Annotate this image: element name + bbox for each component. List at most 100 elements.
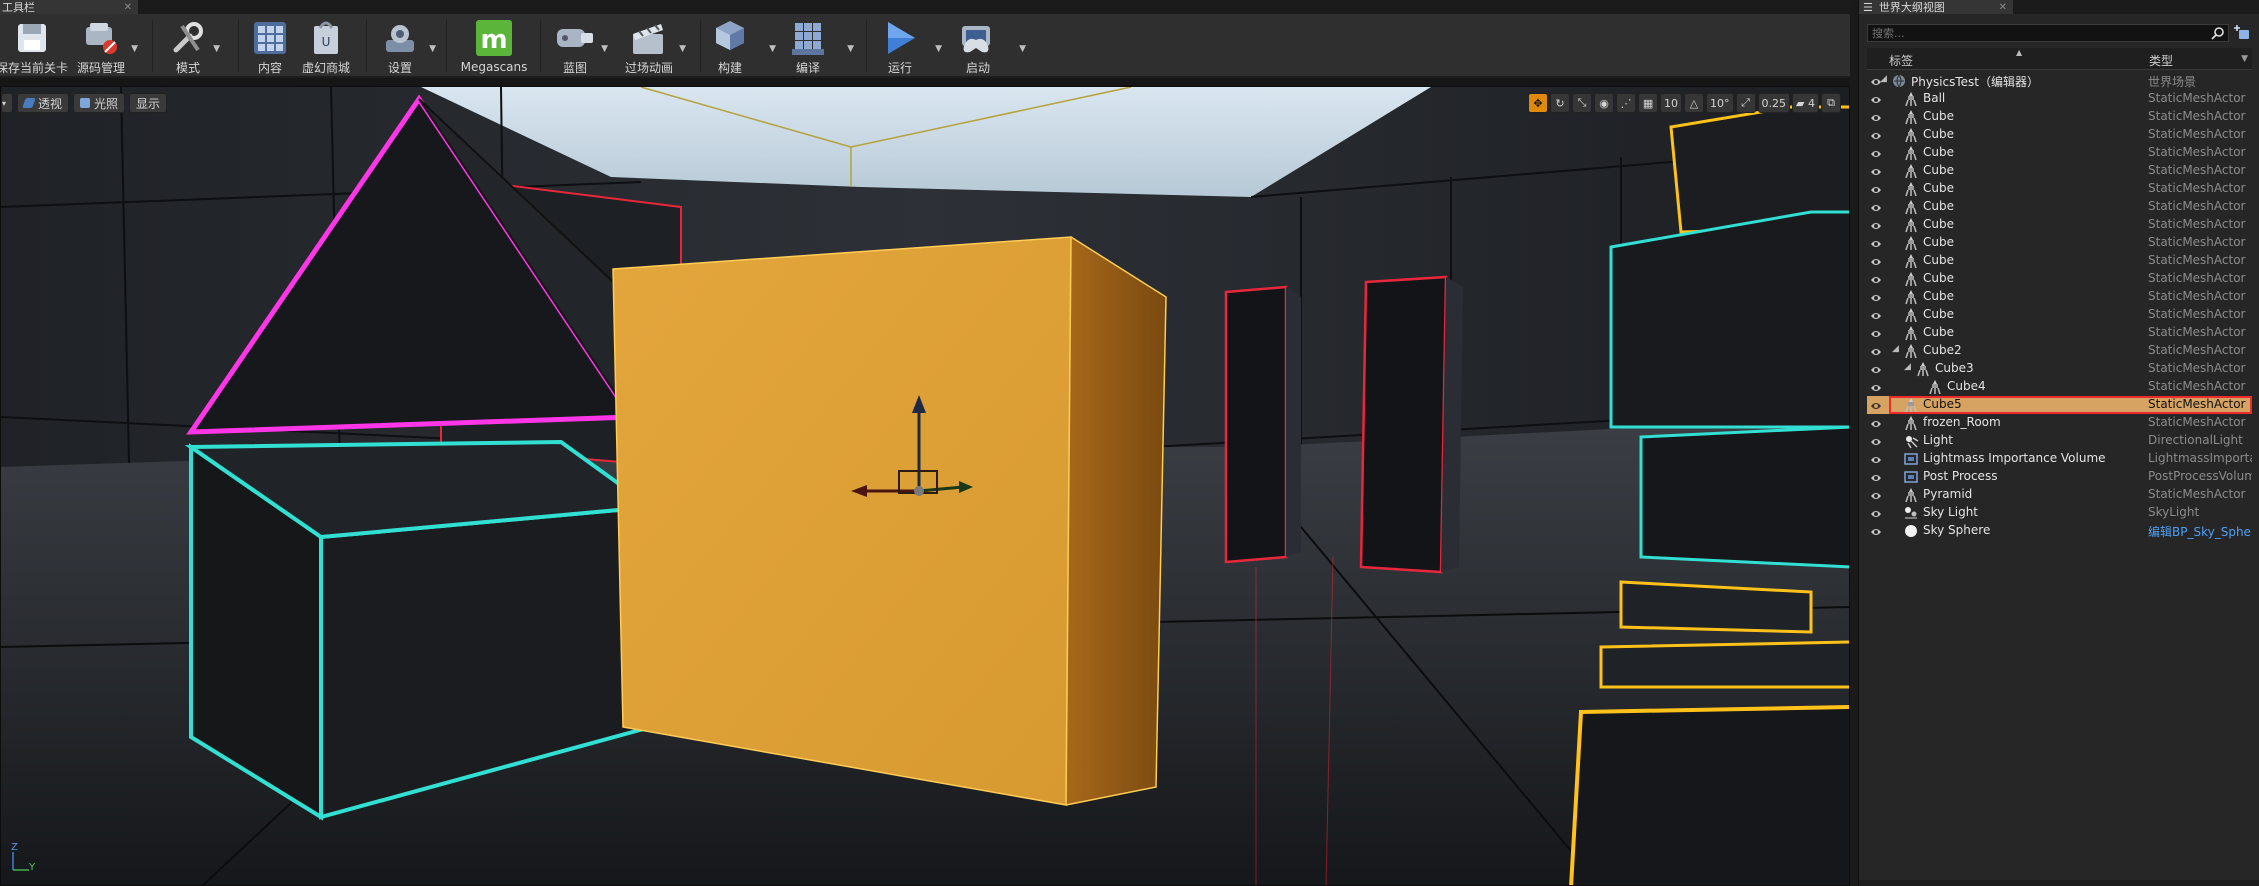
outliner-row[interactable]: Cube StaticMeshActor <box>1867 288 2252 306</box>
expand-arrow-icon[interactable]: ◢ <box>1892 344 1899 354</box>
scale-snap-toggle[interactable]: ⤢ <box>1735 93 1756 113</box>
outliner-row[interactable]: Cube StaticMeshActor <box>1867 144 2252 162</box>
modes-button[interactable]: 模式 ▼ <box>160 18 220 76</box>
scale-mode-button[interactable]: ⤡ <box>1572 93 1593 113</box>
outliner-row[interactable]: ◢ PhysicsTest（编辑器） 世界场景 <box>1867 72 2252 90</box>
red-pillar[interactable] <box>1359 275 1448 574</box>
translate-mode-button[interactable]: ✥ <box>1528 93 1549 113</box>
settings-button[interactable]: 设置 ▼ <box>376 18 436 76</box>
outliner-tab[interactable]: ☰ 世界大纲视图 ✕ <box>1859 0 2013 14</box>
grid-snap-value[interactable]: 10 <box>1660 93 1683 113</box>
outliner-row[interactable]: Cube StaticMeshActor <box>1867 198 2252 216</box>
chevron-down-icon[interactable]: ▼ <box>2241 54 2248 64</box>
outliner-row[interactable]: Sky Sphere 编辑BP_Sky_Sphe <box>1867 522 2252 540</box>
outliner-row[interactable]: Cube StaticMeshActor <box>1867 252 2252 270</box>
save-level-button[interactable]: 保存当前关卡 <box>0 18 68 76</box>
camera-speed-button[interactable]: ▰ 4 <box>1792 93 1819 113</box>
rotate-mode-button[interactable]: ↻ <box>1550 93 1571 113</box>
visibility-eye-icon[interactable] <box>1870 436 1882 446</box>
visibility-eye-icon[interactable] <box>1870 454 1882 464</box>
visibility-eye-icon[interactable] <box>1870 346 1882 356</box>
visibility-eye-icon[interactable] <box>1870 472 1882 482</box>
level-viewport[interactable]: ▾ 透视 光照 显示 ✥ ↻ ⤡ ◉ ⋰ ▦ 10 △ 10° ⤢ 0.25 ▰… <box>0 86 1850 886</box>
chevron-down-icon[interactable]: ▼ <box>769 44 776 54</box>
column-type-header[interactable]: 类型 <box>2149 52 2173 69</box>
outliner-row[interactable]: Cube4 StaticMeshActor <box>1867 378 2252 396</box>
lit-mode-button[interactable]: 光照 <box>73 93 126 113</box>
megascans-button[interactable]: m Megascans <box>456 18 532 76</box>
red-pillar[interactable] <box>1224 285 1288 564</box>
outliner-row[interactable]: ◢ Cube3 StaticMeshActor <box>1867 360 2252 378</box>
visibility-eye-icon[interactable] <box>1870 256 1882 266</box>
visibility-eye-icon[interactable] <box>1870 94 1882 104</box>
outliner-row[interactable]: Lightmass Importance Volume LightmassImpo… <box>1867 450 2252 468</box>
cinematics-button[interactable]: 过场动画 ▼ <box>618 18 686 76</box>
outliner-row[interactable]: Cube StaticMeshActor <box>1867 216 2252 234</box>
expand-arrow-icon[interactable]: ◢ <box>1904 362 1911 372</box>
close-icon[interactable]: ✕ <box>124 2 132 13</box>
world-local-toggle[interactable]: ◉ <box>1594 93 1615 113</box>
cyan-box-right[interactable] <box>1609 210 1850 429</box>
chevron-down-icon[interactable]: ▼ <box>429 44 436 54</box>
visibility-eye-icon[interactable] <box>1870 202 1882 212</box>
visibility-eye-icon[interactable] <box>1870 292 1882 302</box>
launch-button[interactable]: 启动 ▼ <box>956 18 1026 76</box>
compile-button[interactable]: 编译 ▼ <box>786 18 854 76</box>
play-button[interactable]: 运行 ▼ <box>878 18 942 76</box>
visibility-eye-icon[interactable] <box>1870 166 1882 176</box>
chevron-down-icon[interactable]: ▼ <box>601 44 608 54</box>
visibility-eye-icon[interactable] <box>1870 328 1882 338</box>
selected-cube-side[interactable] <box>1066 237 1166 805</box>
scale-snap-value[interactable]: 0.25 <box>1757 93 1791 113</box>
outliner-row[interactable]: Cube StaticMeshActor <box>1867 162 2252 180</box>
rotation-snap-toggle[interactable]: △ <box>1684 93 1705 113</box>
visibility-eye-icon[interactable] <box>1870 490 1882 500</box>
show-button[interactable]: 显示 <box>129 93 168 113</box>
chevron-down-icon[interactable]: ▼ <box>1019 44 1026 54</box>
chevron-down-icon[interactable]: ▼ <box>131 44 138 54</box>
yellow-step[interactable] <box>1619 580 1813 634</box>
outliner-search-input[interactable] <box>1872 26 2202 40</box>
visibility-eye-icon[interactable] <box>1870 130 1882 140</box>
marketplace-button[interactable]: U 虚幻商城 <box>296 18 356 76</box>
visibility-eye-icon[interactable] <box>1870 418 1882 428</box>
outliner-row[interactable]: Pyramid StaticMeshActor <box>1867 486 2252 504</box>
outliner-row[interactable]: ◢ Cube2 StaticMeshActor <box>1867 342 2252 360</box>
visibility-eye-icon[interactable] <box>1870 274 1882 284</box>
outliner-row[interactable]: Cube StaticMeshActor <box>1867 324 2252 342</box>
column-label-header[interactable]: 标签 <box>1889 52 1913 69</box>
outliner-row-type[interactable]: 编辑BP_Sky_Sphe <box>2148 523 2252 540</box>
close-icon[interactable]: ✕ <box>1999 2 2007 13</box>
content-browser-button[interactable]: 内容 <box>246 18 294 76</box>
outliner-row[interactable]: Cube StaticMeshActor <box>1867 234 2252 252</box>
chevron-down-icon[interactable]: ▼ <box>679 44 686 54</box>
outliner-row[interactable]: Post Process PostProcessVolum <box>1867 468 2252 486</box>
chevron-down-icon[interactable]: ▼ <box>213 44 220 54</box>
blueprints-button[interactable]: 蓝图 ▼ <box>552 18 608 76</box>
visibility-eye-icon[interactable] <box>1870 364 1882 374</box>
chevron-down-icon[interactable]: ▼ <box>935 44 942 54</box>
maximize-viewport-button[interactable]: ⧉ <box>1821 93 1841 113</box>
chevron-down-icon[interactable]: ▼ <box>847 44 854 54</box>
visibility-eye-icon[interactable] <box>1870 382 1882 392</box>
visibility-eye-icon[interactable] <box>1870 112 1882 122</box>
visibility-eye-icon[interactable] <box>1870 220 1882 230</box>
build-button[interactable]: 构建 ▼ <box>708 18 776 76</box>
visibility-eye-icon[interactable] <box>1870 526 1882 536</box>
grid-snap-toggle[interactable]: ▦ <box>1638 93 1659 113</box>
expand-arrow-icon[interactable]: ◢ <box>1880 74 1887 84</box>
visibility-eye-icon[interactable] <box>1870 310 1882 320</box>
visibility-eye-icon[interactable] <box>1870 400 1882 410</box>
viewport-scene[interactable] <box>1 87 1850 886</box>
visibility-eye-icon[interactable] <box>1870 184 1882 194</box>
outliner-row[interactable]: Cube StaticMeshActor <box>1867 108 2252 126</box>
yellow-box-bottom-right[interactable] <box>1569 705 1850 886</box>
perspective-button[interactable]: 透视 <box>17 93 70 113</box>
outliner-row[interactable]: Cube5 StaticMeshActor <box>1867 396 2252 414</box>
add-filter-button[interactable] <box>2234 24 2252 42</box>
outliner-row[interactable]: Cube StaticMeshActor <box>1867 126 2252 144</box>
visibility-eye-icon[interactable] <box>1870 508 1882 518</box>
source-control-button[interactable]: 源码管理 ▼ <box>70 18 138 76</box>
selected-cube-cube5[interactable] <box>612 236 1072 806</box>
surface-snap-button[interactable]: ⋰ <box>1616 93 1637 113</box>
